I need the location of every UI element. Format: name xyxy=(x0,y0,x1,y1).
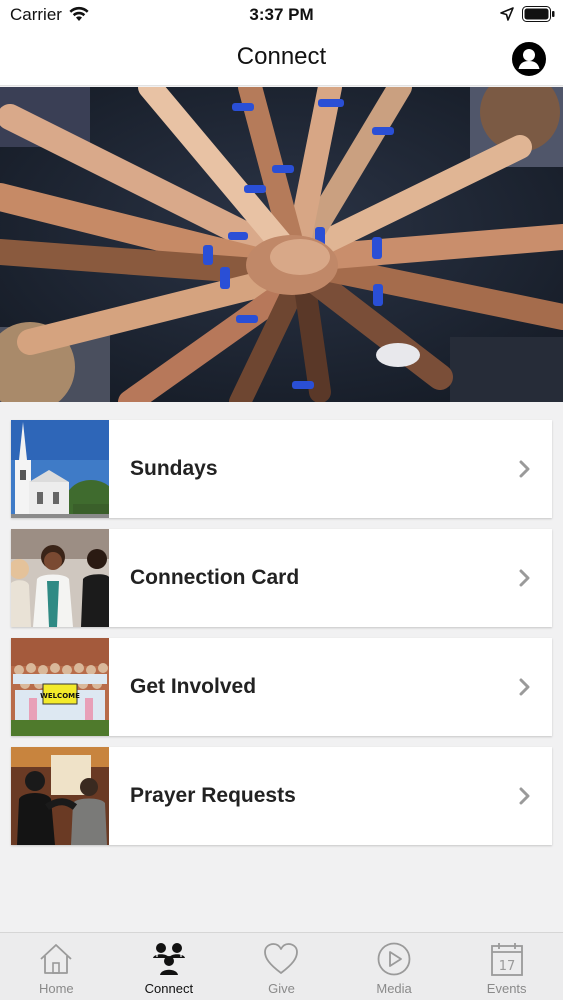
battery-icon xyxy=(522,6,555,22)
tab-label: Events xyxy=(486,981,527,996)
user-circle-icon[interactable] xyxy=(512,42,546,76)
card-get-involved[interactable]: WELCOME Get Involved xyxy=(11,638,552,736)
tab-events[interactable]: 17 Events xyxy=(450,933,563,1000)
tab-connect[interactable]: Connect xyxy=(113,933,226,1000)
chevron-right-icon xyxy=(519,569,530,587)
tab-label: Connect xyxy=(144,981,194,996)
tab-label: Give xyxy=(268,981,295,996)
people-praying-thumbnail xyxy=(11,747,109,845)
calendar-icon: 17 xyxy=(490,943,523,976)
card-prayer-requests[interactable]: Prayer Requests xyxy=(11,747,552,845)
card-label: Get Involved xyxy=(130,675,257,698)
card-label: Connection Card xyxy=(130,566,300,589)
church-building-thumbnail xyxy=(11,420,109,518)
chevron-right-icon xyxy=(519,460,530,478)
tab-label: Media xyxy=(376,981,412,996)
heart-icon xyxy=(264,943,299,974)
chevron-right-icon xyxy=(519,678,530,696)
svg-text:17: 17 xyxy=(498,959,515,974)
card-label: Sundays xyxy=(130,457,218,480)
svg-text:WELCOME: WELCOME xyxy=(40,692,80,700)
nav-bar: Connect xyxy=(0,30,563,86)
people-icon xyxy=(152,943,185,975)
location-arrow-icon xyxy=(500,7,514,21)
tab-bar: Home Connect Give Media 17 Events xyxy=(0,932,563,1000)
home-icon xyxy=(40,944,72,974)
hero-image xyxy=(0,87,563,402)
play-circle-icon xyxy=(377,942,411,976)
people-talking-thumbnail xyxy=(11,529,109,627)
card-sundays[interactable]: Sundays xyxy=(11,420,552,518)
card-connection-card[interactable]: Connection Card xyxy=(11,529,552,627)
tab-label: Home xyxy=(38,981,74,996)
status-time: 3:37 PM xyxy=(249,5,314,24)
tab-home[interactable]: Home xyxy=(0,933,113,1000)
status-bar: Carrier 3:37 PM xyxy=(0,0,563,30)
group-welcome-sign-thumbnail: WELCOME xyxy=(11,638,109,736)
chevron-right-icon xyxy=(519,787,530,805)
connect-menu-list: Sundays Connection Card WELCOME Get Invo… xyxy=(11,420,552,856)
card-label: Prayer Requests xyxy=(130,784,296,807)
page-title: Connect xyxy=(236,43,327,70)
hands-together-illustration xyxy=(0,87,563,402)
tab-media[interactable]: Media xyxy=(338,933,451,1000)
tab-give[interactable]: Give xyxy=(225,933,338,1000)
